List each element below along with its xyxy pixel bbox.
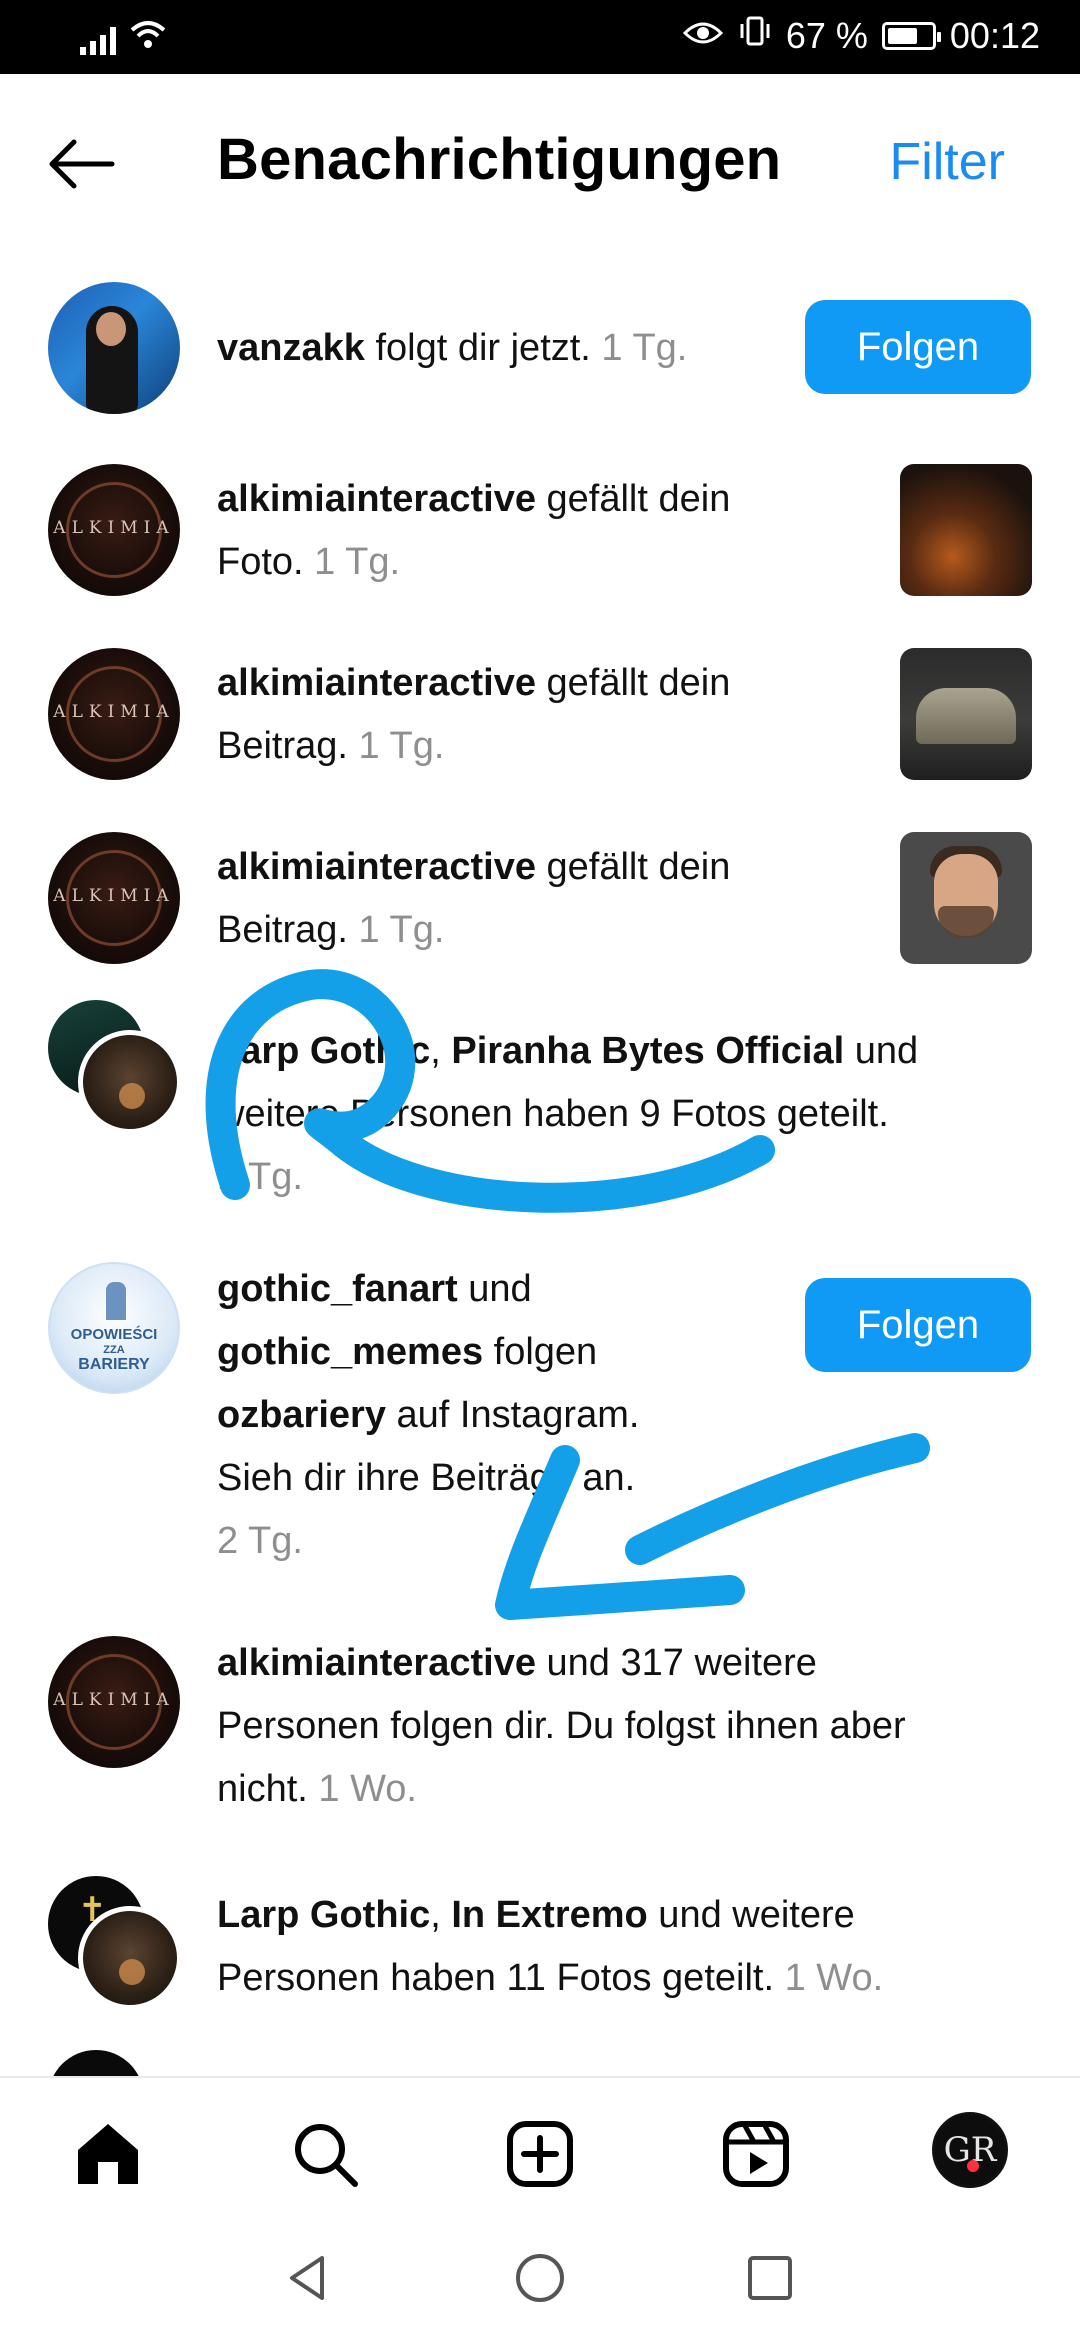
arrow-left-icon: [49, 139, 115, 189]
system-back-button[interactable]: [278, 2248, 338, 2308]
create-icon: [507, 2121, 573, 2187]
timestamp: 2 Tg.: [217, 1520, 303, 1562]
avatar-front: [78, 1030, 182, 1134]
notification-dot: [967, 2160, 979, 2172]
notification-text: alkimiainteractive gefällt dein Beitrag.…: [217, 846, 731, 951]
username[interactable]: gothic_memes: [217, 1331, 483, 1373]
group-avatar[interactable]: ✝: [48, 1876, 188, 2016]
reels-tab[interactable]: [716, 2114, 796, 2194]
username[interactable]: alkimiainteractive: [217, 662, 536, 704]
notification-text: gothic_fanart und gothic_memes folgen oz…: [217, 1268, 640, 1562]
follow-button[interactable]: Folgen: [805, 300, 1031, 394]
notification-row[interactable]: ✝ Larp Gothic, In Extremo und weitere Pe…: [0, 1876, 1080, 2026]
create-tab[interactable]: [500, 2114, 580, 2194]
system-recents-button[interactable]: [740, 2248, 800, 2308]
reels-icon: [723, 2121, 789, 2187]
header: Benachrichtigungen Filter: [0, 74, 1080, 249]
home-circle-icon: [516, 2254, 564, 2302]
post-thumbnail[interactable]: [900, 648, 1032, 780]
bottom-nav: GR: [0, 2078, 1080, 2218]
notification-row[interactable]: ALKIMIA alkimiainteractive gefällt dein …: [0, 464, 1080, 604]
username[interactable]: gothic_fanart: [217, 1268, 458, 1310]
notification-text: Larp Gothic, In Extremo und weitere Pers…: [217, 1894, 884, 1999]
notification-row[interactable]: ALKIMIA alkimiainteractive gefällt dein …: [0, 832, 1080, 972]
username[interactable]: vanzakk: [217, 327, 365, 369]
system-home-button[interactable]: [510, 2248, 570, 2308]
search-icon: [295, 2124, 358, 2187]
status-left: [80, 18, 168, 55]
notification-text: Larp Gothic, Piranha Bytes Official und …: [217, 1030, 919, 1198]
notification-text: vanzakk folgt dir jetzt. 1 Tg.: [217, 327, 688, 369]
timestamp: 1 Tg.: [217, 1156, 303, 1198]
filter-button[interactable]: Filter: [889, 132, 1005, 192]
timestamp: 1 Wo.: [774, 1957, 884, 1999]
home-tab[interactable]: [68, 2114, 148, 2194]
avatar[interactable]: [48, 282, 180, 414]
username[interactable]: In Extremo: [451, 1894, 647, 1936]
username[interactable]: alkimiainteractive: [217, 846, 536, 888]
username[interactable]: Larp Gothic: [217, 1894, 430, 1936]
home-icon: [78, 2124, 138, 2184]
clock: 00:12: [949, 14, 1040, 56]
username[interactable]: alkimiainteractive: [217, 478, 536, 520]
avatar[interactable]: ALKIMIA: [48, 464, 180, 596]
notification-text: alkimiainteractive gefällt dein Foto. 1 …: [217, 478, 731, 583]
wifi-icon: [128, 18, 168, 55]
timestamp: 1 Tg.: [303, 541, 401, 583]
timestamp: 1 Wo.: [307, 1768, 417, 1810]
notification-text: alkimiainteractive gefällt dein Beitrag.…: [217, 662, 731, 767]
profile-avatar[interactable]: GR: [932, 2112, 1008, 2188]
vibrate-icon: [738, 14, 772, 57]
notification-row[interactable]: ALKIMIA alkimiainteractive gefällt dein …: [0, 648, 1080, 788]
battery-icon: [881, 21, 941, 50]
notification-row[interactable]: ALKIMIA alkimiainteractive und 317 weite…: [0, 1636, 1080, 1836]
username[interactable]: alkimiainteractive: [217, 1642, 536, 1684]
eye-icon: [682, 15, 724, 57]
status-bar: 67 % 00:12: [0, 0, 1080, 74]
username[interactable]: Piranha Bytes Official: [451, 1030, 844, 1072]
notification-row[interactable]: OPOWIEŚCI ZZA BARIERY gothic_fanart und …: [0, 1262, 1080, 1582]
notification-row[interactable]: vanzakk folgt dir jetzt. 1 Tg. Folgen: [0, 282, 1080, 432]
timestamp: 1 Tg.: [347, 909, 445, 951]
back-triangle-icon: [290, 2256, 324, 2300]
search-tab[interactable]: [285, 2114, 365, 2194]
post-thumbnail[interactable]: [900, 464, 1032, 596]
follow-button[interactable]: Folgen: [805, 1278, 1031, 1372]
notification-text: alkimiainteractive und 317 weitere Perso…: [217, 1642, 906, 1810]
group-avatar[interactable]: [48, 1000, 188, 1140]
avatar[interactable]: OPOWIEŚCI ZZA BARIERY: [48, 1262, 180, 1394]
username[interactable]: ozbariery: [217, 1394, 386, 1436]
page-title: Benachrichtigungen: [217, 127, 782, 192]
status-right: 67 % 00:12: [682, 14, 1040, 57]
recents-square-icon: [748, 2256, 792, 2300]
signal-icon: [80, 25, 116, 55]
avatar[interactable]: ALKIMIA: [48, 832, 180, 964]
system-nav: [0, 2218, 1080, 2340]
timestamp: 1 Tg.: [590, 327, 688, 369]
battery-percent: 67 %: [785, 14, 868, 56]
timestamp: 1 Tg.: [347, 725, 445, 767]
back-button[interactable]: [40, 124, 120, 204]
notification-row[interactable]: Larp Gothic, Piranha Bytes Official und …: [0, 1000, 1080, 1210]
avatar[interactable]: ALKIMIA: [48, 1636, 180, 1768]
avatar-front: [78, 1906, 182, 2010]
username[interactable]: Larp Gothic: [217, 1030, 430, 1072]
post-thumbnail[interactable]: [900, 832, 1032, 964]
avatar[interactable]: ALKIMIA: [48, 648, 180, 780]
